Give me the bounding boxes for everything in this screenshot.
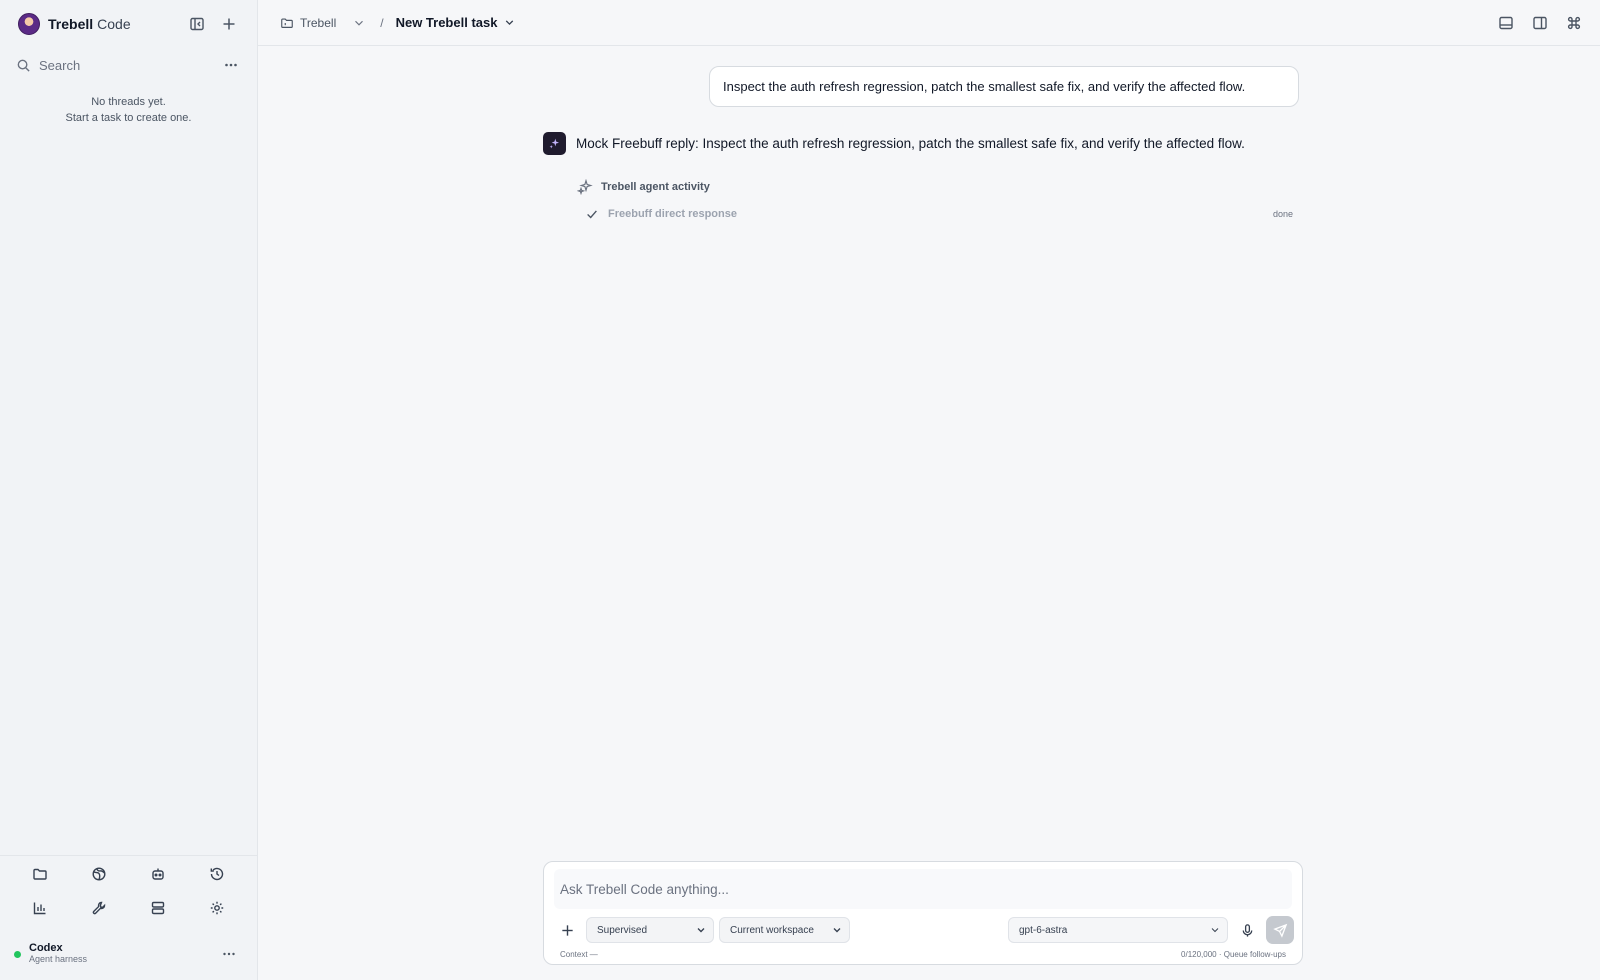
files-button[interactable] bbox=[10, 864, 69, 884]
breadcrumb-task[interactable]: New Trebell task bbox=[396, 15, 517, 30]
sidebar-more-button[interactable] bbox=[219, 53, 243, 77]
send-button[interactable] bbox=[1266, 916, 1294, 944]
sidebar-search bbox=[0, 48, 257, 82]
attach-button[interactable] bbox=[554, 917, 580, 943]
settings-button[interactable] bbox=[188, 898, 247, 918]
voice-input-button[interactable] bbox=[1234, 917, 1260, 943]
tools-button[interactable] bbox=[69, 898, 128, 918]
breadcrumb-separator: / bbox=[380, 15, 384, 30]
main-panel: Trebell / New Trebell task Inspect the a… bbox=[258, 0, 1600, 980]
gear-icon bbox=[211, 901, 224, 915]
status-indicator bbox=[14, 950, 21, 958]
assistant-message-text: Mock Freebuff reply: Inspect the auth re… bbox=[576, 136, 1245, 151]
account-more-button[interactable] bbox=[217, 942, 241, 966]
bot-icon bbox=[152, 868, 164, 880]
chevron-down-icon bbox=[1211, 928, 1219, 933]
microphone-icon bbox=[1242, 923, 1252, 937]
token-counter: 0/120,000 · Queue follow-ups bbox=[1181, 950, 1286, 959]
empty-threads-line1: No threads yet. bbox=[91, 96, 166, 108]
history-icon bbox=[210, 867, 224, 881]
empty-threads-line2: Start a task to create one. bbox=[65, 112, 192, 124]
workspace-select[interactable]: Current workspace bbox=[719, 917, 850, 943]
sidebar: TrebellCode No threads yet. Start a task… bbox=[0, 0, 258, 980]
search-icon bbox=[17, 59, 30, 72]
activity-item[interactable]: Freebuff direct response done bbox=[577, 207, 1299, 221]
wrench-icon bbox=[92, 901, 106, 915]
search-input[interactable] bbox=[39, 57, 219, 73]
composer-controls: Supervised Current workspace gpt-6-astra bbox=[554, 916, 1294, 944]
brand-name: Trebell Code bbox=[48, 16, 131, 32]
folder-icon bbox=[32, 868, 47, 880]
conversation: Inspect the auth refresh regression, pat… bbox=[543, 66, 1299, 221]
collapse-sidebar-button[interactable] bbox=[185, 12, 209, 36]
servers-button[interactable] bbox=[129, 898, 188, 918]
agent-activity-title: Trebell agent activity bbox=[601, 181, 710, 193]
activity-item-status: done bbox=[1272, 209, 1293, 219]
chart-icon bbox=[33, 902, 46, 915]
composer: Supervised Current workspace gpt-6-astra bbox=[543, 861, 1303, 965]
activity-item-label: Freebuff direct response bbox=[608, 208, 737, 220]
prompt-input[interactable] bbox=[554, 869, 1292, 909]
breadcrumb-project[interactable]: Trebell bbox=[280, 16, 336, 30]
topbar: Trebell / New Trebell task bbox=[258, 0, 1600, 46]
folder-icon bbox=[281, 17, 293, 28]
new-thread-button[interactable] bbox=[217, 12, 241, 36]
check-icon bbox=[587, 210, 597, 219]
history-button[interactable] bbox=[188, 864, 247, 884]
empty-threads-message: No threads yet. Start a task to create o… bbox=[0, 94, 257, 126]
sidebar-header: Trebell Code bbox=[0, 0, 257, 48]
command-palette-button[interactable] bbox=[1562, 11, 1586, 35]
account-name: Codex bbox=[29, 942, 63, 954]
model-select[interactable]: gpt-6-astra bbox=[1008, 917, 1228, 943]
more-horizontal-icon bbox=[225, 63, 237, 67]
sparkles-icon bbox=[577, 179, 593, 195]
chevron-down-icon[interactable] bbox=[352, 16, 366, 30]
server-icon bbox=[151, 901, 165, 915]
mode-select[interactable]: Supervised bbox=[586, 917, 714, 943]
account-footer: Codex Agent harness bbox=[0, 940, 257, 968]
sidebar-collapse-icon bbox=[190, 17, 204, 31]
sparkle-icon bbox=[549, 138, 559, 149]
send-icon bbox=[1272, 923, 1287, 938]
panel-right-icon bbox=[1533, 16, 1547, 29]
more-horizontal-icon bbox=[223, 952, 235, 956]
chevron-down-icon bbox=[506, 20, 514, 26]
toggle-bottom-panel-button[interactable] bbox=[1494, 11, 1518, 35]
panel-bottom-icon bbox=[1499, 16, 1513, 29]
brand-logo bbox=[18, 13, 40, 35]
context-indicator: Context — bbox=[560, 950, 598, 959]
chevron-down-icon bbox=[833, 928, 841, 933]
plus-icon bbox=[561, 924, 573, 936]
assistant-avatar bbox=[543, 132, 566, 155]
user-message: Inspect the auth refresh regression, pat… bbox=[709, 66, 1299, 107]
toggle-right-panel-button[interactable] bbox=[1528, 11, 1552, 35]
browser-button[interactable] bbox=[69, 864, 128, 884]
agent-activity-header[interactable]: Trebell agent activity bbox=[577, 179, 1299, 195]
agents-button[interactable] bbox=[129, 864, 188, 884]
plus-icon bbox=[223, 18, 235, 30]
agent-activity: Trebell agent activity Freebuff direct r… bbox=[577, 179, 1299, 221]
analytics-button[interactable] bbox=[10, 898, 69, 918]
account-subtitle: Agent harness bbox=[29, 954, 88, 964]
composer-footer: Context — 0/120,000 · Queue follow-ups bbox=[560, 950, 1286, 959]
app-window: TrebellCode No threads yet. Start a task… bbox=[0, 0, 1600, 980]
command-icon bbox=[1567, 16, 1581, 29]
assistant-message: Mock Freebuff reply: Inspect the auth re… bbox=[543, 132, 1299, 155]
globe-icon bbox=[92, 867, 106, 881]
chevron-down-icon bbox=[697, 928, 705, 933]
sidebar-tools bbox=[0, 855, 257, 918]
